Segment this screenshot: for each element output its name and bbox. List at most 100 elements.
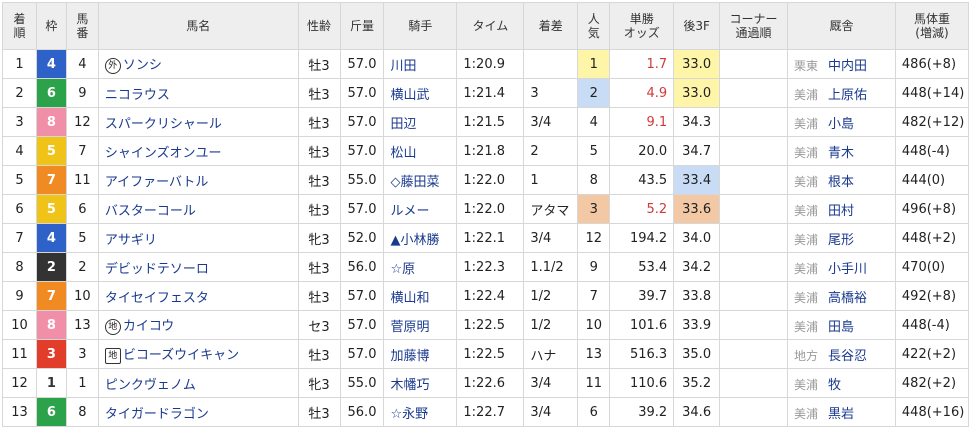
horse-name-cell[interactable]: 地カイコウ: [97, 310, 299, 340]
sex-age-cell: セ3: [297, 310, 341, 340]
horse-name-link[interactable]: タイセイフェスタ: [105, 291, 209, 306]
trainer-link[interactable]: 小手川: [828, 262, 867, 277]
horse-name-cell[interactable]: タイガードラゴン: [97, 397, 299, 427]
horse-name-cell[interactable]: 地ビコーズウイキャン: [97, 339, 299, 369]
header-last3f: 後3F: [673, 2, 721, 50]
horse-number-cell: 7: [65, 136, 99, 166]
last3f-cell: 33.4: [673, 165, 721, 195]
horse-name-cell[interactable]: 外ソンシ: [97, 49, 299, 79]
trainer-link[interactable]: 黒岩: [828, 407, 854, 422]
popularity-cell: 12: [577, 223, 611, 253]
margin-cell: 3/4: [523, 223, 579, 253]
jockey-link[interactable]: 田辺: [383, 107, 458, 137]
sex-age-cell: 牡3: [297, 49, 341, 79]
header-row: 着順 枠 馬番 馬名 性齢 斤量 騎手 タイム 着差 人気 単勝 オッズ 後3F …: [2, 2, 969, 50]
horse-name-cell[interactable]: アサギリ: [97, 223, 299, 253]
margin-cell: [523, 49, 579, 79]
trainer-link[interactable]: 牧: [828, 378, 841, 393]
horse-name-link[interactable]: ピンクヴェノム: [105, 378, 196, 393]
table-row: 7 4 5 アサギリ 牝3 52.0 ▲小林勝 1:22.1 3/4 12 194.2 34.0 美浦尾…: [2, 223, 969, 253]
horse-name-link[interactable]: デビッドテソーロ: [105, 262, 209, 277]
jockey-link[interactable]: ☆原: [383, 252, 458, 282]
trainer-link[interactable]: 高橋裕: [828, 291, 867, 306]
trainer-link[interactable]: 青木: [828, 146, 854, 161]
horse-name-link[interactable]: アイファーバトル: [105, 175, 209, 190]
rank-cell: 12: [2, 368, 37, 398]
header-text: 番: [76, 26, 89, 40]
trainer-link[interactable]: 長谷忍: [828, 349, 867, 364]
jockey-link[interactable]: ルメー: [383, 194, 458, 224]
trainer-region: 栗東: [794, 58, 819, 73]
margin-cell: 3: [523, 78, 579, 108]
horse-name-link[interactable]: スパークリシャール: [105, 117, 222, 132]
horse-name-link[interactable]: バスターコール: [105, 204, 196, 219]
jockey-link[interactable]: ☆永野: [383, 397, 458, 427]
jockey-link[interactable]: 横山武: [383, 78, 458, 108]
trainer-region: 美浦: [794, 174, 819, 189]
table-row: 3 8 12 スパークリシャール 牡3 57.0 田辺 1:21.5 3/4 4 9.1 34.3 美浦…: [2, 107, 969, 137]
carried-weight-cell: 57.0: [339, 78, 385, 108]
jockey-link[interactable]: 川田: [383, 49, 458, 79]
horse-name-cell[interactable]: デビッドテソーロ: [97, 252, 299, 282]
popularity-cell: 11: [577, 368, 611, 398]
jockey-link[interactable]: 加藤博: [383, 339, 458, 369]
horse-name-cell[interactable]: スパークリシャール: [97, 107, 299, 137]
jockey-link[interactable]: ▲小林勝: [383, 223, 458, 253]
trainer-link[interactable]: 中内田: [828, 59, 867, 74]
trainer-region: 美浦: [794, 203, 819, 218]
carried-weight-cell: 57.0: [339, 49, 385, 79]
corner-cell: [719, 368, 789, 398]
carried-weight-cell: 57.0: [339, 281, 385, 311]
table-row: 5 7 11 アイファーバトル 牡3 55.0 ◇藤田菜 1:22.0 1 8 43.5 33.4 美浦…: [2, 165, 969, 195]
carried-weight-cell: 55.0: [339, 368, 385, 398]
last3f-cell: 33.0: [673, 78, 721, 108]
horse-name-link[interactable]: シャインズオンユー: [105, 146, 222, 161]
race-result-table: 着順 枠 馬番 馬名 性齢 斤量 騎手 タイム 着差 人気 単勝 オッズ 後3F …: [2, 2, 969, 427]
sex-age-cell: 牡3: [297, 397, 341, 427]
horse-mark-icon: 地: [104, 318, 121, 335]
last3f-cell: 35.2: [673, 368, 721, 398]
odds-cell: 53.4: [609, 252, 675, 282]
trainer-cell: 美浦 根本: [787, 165, 896, 195]
horse-name-link[interactable]: ソンシ: [123, 58, 162, 73]
trainer-link[interactable]: 尾形: [828, 233, 854, 248]
horse-name-link[interactable]: ビコーズウイキャン: [123, 348, 239, 363]
header-text: コーナー: [729, 12, 778, 26]
horse-name-link[interactable]: アサギリ: [105, 233, 157, 248]
horse-name-cell[interactable]: アイファーバトル: [97, 165, 299, 195]
horse-name-cell[interactable]: シャインズオンユー: [97, 136, 299, 166]
jockey-link[interactable]: 木幡巧: [383, 368, 458, 398]
table-row: 1 4 4 外ソンシ 牡3 57.0 川田 1:20.9 1 1.7 33.0 栗東 中内田 486(+8…: [2, 49, 969, 79]
header-number: 馬番: [65, 2, 99, 50]
horse-name-cell[interactable]: バスターコール: [97, 194, 299, 224]
margin-cell: 3/4: [523, 107, 579, 137]
header-text: 馬名: [186, 19, 211, 33]
trainer-link[interactable]: 田島: [828, 320, 854, 335]
jockey-link[interactable]: 松山: [383, 136, 458, 166]
header-text: 通過順: [735, 26, 772, 40]
time-cell: 1:22.0: [456, 165, 525, 195]
jockey-link[interactable]: 菅原明: [383, 310, 458, 340]
horse-name-cell[interactable]: ニコラウス: [97, 78, 299, 108]
header-text: 馬体重: [913, 12, 950, 26]
waku-badge: 6: [35, 397, 67, 427]
horse-number-cell: 4: [65, 49, 99, 79]
margin-cell: 3/4: [523, 368, 579, 398]
horse-mark-icon: 外: [104, 57, 121, 74]
horse-name-cell[interactable]: タイセイフェスタ: [97, 281, 299, 311]
trainer-link[interactable]: 上原佑: [828, 88, 867, 103]
last3f-cell: 35.0: [673, 339, 721, 369]
trainer-link[interactable]: 根本: [828, 175, 854, 190]
jockey-link[interactable]: 横山和: [383, 281, 458, 311]
horse-name-cell[interactable]: ピンクヴェノム: [97, 368, 299, 398]
trainer-region: 美浦: [794, 87, 819, 102]
horse-name-link[interactable]: ニコラウス: [105, 88, 170, 103]
trainer-link[interactable]: 小島: [828, 117, 854, 132]
bodyweight-cell: 444(0): [894, 165, 969, 195]
waku-badge: 1: [35, 368, 67, 398]
jockey-link[interactable]: ◇藤田菜: [383, 165, 458, 195]
horse-name-link[interactable]: カイコウ: [123, 319, 174, 334]
trainer-link[interactable]: 田村: [828, 204, 854, 219]
horse-name-link[interactable]: タイガードラゴン: [105, 407, 209, 422]
corner-cell: [719, 339, 789, 369]
